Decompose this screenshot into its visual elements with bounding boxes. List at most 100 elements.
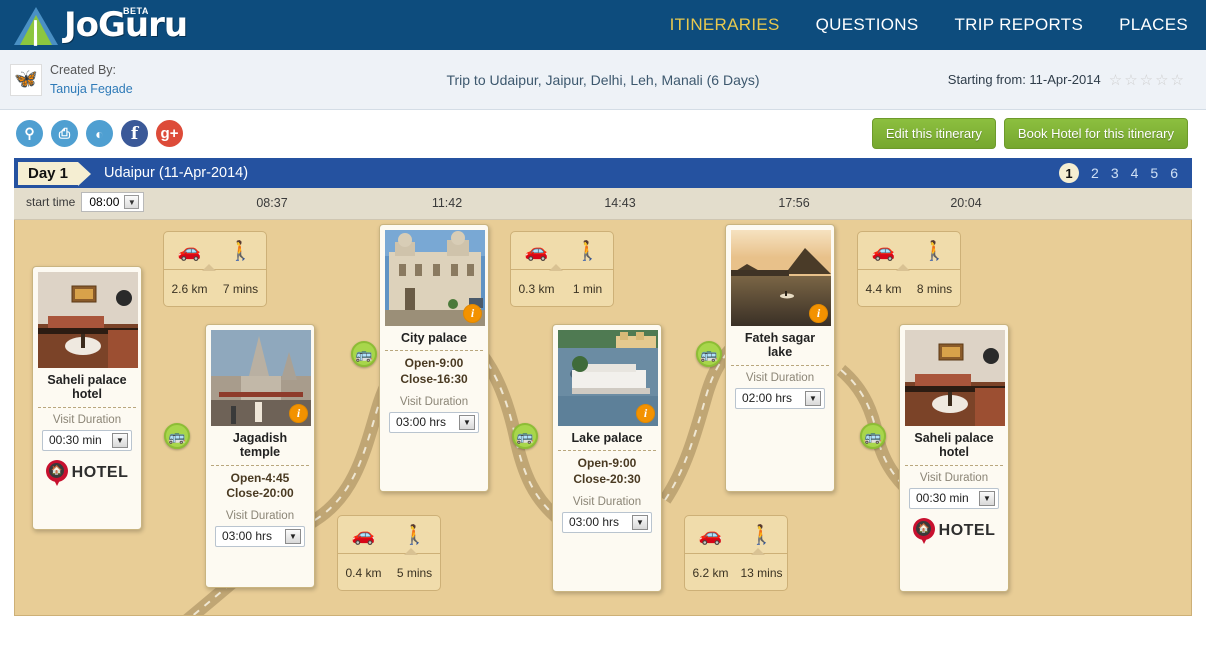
start-time-label: start time [26, 195, 76, 209]
place-card-city-palace[interactable]: i City palace Open-9:00 Close-16:30 Visi… [379, 224, 489, 492]
nav-item-questions[interactable]: QUESTIONS [798, 15, 937, 35]
opening-hours: Open-9:00 Close-16:30 [385, 351, 483, 389]
star-icon[interactable]: ☆ [1124, 71, 1137, 89]
chevron-down-icon[interactable]: ▼ [285, 528, 301, 544]
palace-photo: i [385, 230, 485, 326]
day-tab-4[interactable]: 4 [1131, 165, 1139, 181]
walking-icon[interactable]: 🚶 [909, 232, 960, 270]
visit-duration-select[interactable]: 00:30 min ▼ [42, 429, 132, 451]
start-time-select[interactable]: 08:00 ▼ [81, 192, 145, 212]
ruler-tick: 17:56 [778, 196, 810, 210]
action-bar: ⚲ ⎙ ◐ f g+ Edit this itinerary Book Hote… [0, 110, 1206, 158]
cloud-icon[interactable]: ◐ [86, 120, 113, 147]
chevron-down-icon[interactable]: ▼ [112, 432, 128, 448]
nav-item-trip-reports[interactable]: TRIP REPORTS [936, 15, 1101, 35]
info-badge-icon[interactable]: i [289, 404, 308, 423]
hotel-badge: 🏠 HOTEL [905, 509, 1003, 548]
visit-duration-label: Visit Duration [572, 495, 642, 508]
print-icon[interactable]: ⎙ [51, 120, 78, 147]
footer-spacer [0, 616, 1206, 626]
visit-duration-select[interactable]: 00:30 min ▼ [909, 487, 999, 509]
day-chip: Day 1 [18, 161, 92, 186]
transport-mode-icons: 🚗 🚶 [164, 232, 266, 271]
car-icon[interactable]: 🚗 [685, 516, 736, 554]
walking-icon[interactable]: 🚶 [562, 232, 613, 270]
ruler-tick: 20:04 [950, 196, 982, 210]
transport-card[interactable]: 🚗 🚶 0.4 km 5 mins [337, 515, 441, 591]
beta-tag: BETA [123, 6, 149, 16]
close-time: Close-20:30 [573, 471, 641, 486]
star-icon[interactable]: ☆ [1109, 71, 1122, 89]
visit-duration-select[interactable]: 03:00 hrs ▼ [562, 511, 652, 533]
visit-duration-select[interactable]: 02:00 hrs ▼ [735, 387, 825, 409]
info-badge-icon[interactable]: i [463, 304, 482, 323]
walking-icon[interactable]: 🚶 [215, 232, 266, 270]
transport-card[interactable]: 🚗 🚶 0.3 km 1 min [510, 231, 614, 307]
chevron-down-icon[interactable]: ▼ [459, 414, 475, 430]
visit-duration-label: Visit Duration [745, 371, 815, 384]
nav-item-itineraries[interactable]: ITINERARIES [652, 15, 798, 35]
opening-hours: Open-9:00 Close-20:30 [558, 451, 656, 489]
place-card-jagadish-temple[interactable]: i Jagadish temple Open-4:45 Close-20:00 … [205, 324, 315, 588]
rating-stars[interactable]: ☆ ☆ ☆ ☆ ☆ [1109, 71, 1184, 89]
transport-card[interactable]: 🚗 🚶 2.6 km 7 mins [163, 231, 267, 307]
chevron-down-icon[interactable]: ▼ [632, 514, 648, 530]
brand-logo[interactable]: JoGuru BETA [0, 5, 188, 46]
bus-icon[interactable]: 🚌 [351, 341, 377, 367]
transport-time: 5 mins [396, 565, 433, 580]
creator-block: 🦋 Created By: Tanuja Fegade [0, 61, 133, 97]
starting-from-block: Starting from: 11-Apr-2014 ☆ ☆ ☆ ☆ ☆ [948, 71, 1184, 89]
googleplus-icon[interactable]: g+ [156, 120, 183, 147]
visit-duration-value: 00:30 min [49, 433, 102, 448]
day-tab-2[interactable]: 2 [1091, 165, 1099, 181]
bus-icon[interactable]: 🚌 [860, 423, 886, 449]
star-icon[interactable]: ☆ [1155, 71, 1168, 89]
visit-duration-select[interactable]: 03:00 hrs ▼ [389, 411, 479, 433]
transport-time: 8 mins [916, 281, 953, 296]
car-icon[interactable]: 🚗 [338, 516, 389, 554]
road-triangle-logo-icon [14, 5, 58, 46]
edit-itinerary-button[interactable]: Edit this itinerary [871, 118, 996, 149]
starting-from-label: Starting from: 11-Apr-2014 [947, 72, 1101, 87]
place-name: Jagadish temple [211, 426, 309, 466]
start-time-control: start time 08:00 ▼ [26, 192, 145, 212]
day-location-label: Udaipur (11-Apr-2014) [104, 165, 249, 181]
star-icon[interactable]: ☆ [1140, 71, 1153, 89]
ruler-tick: 14:43 [604, 196, 636, 210]
chevron-down-icon[interactable]: ▼ [805, 390, 821, 406]
transport-mode-icons: 🚗 🚶 [858, 232, 960, 271]
place-card-hotel-end[interactable]: Saheli palace hotel Visit Duration 00:30… [899, 324, 1009, 592]
bus-icon[interactable]: 🚌 [696, 341, 722, 367]
chevron-down-icon[interactable]: ▼ [979, 490, 995, 506]
day-tab-1[interactable]: 1 [1059, 163, 1080, 183]
creator-name-link[interactable]: Tanuja Fegade [50, 80, 133, 98]
star-icon[interactable]: ☆ [1171, 71, 1184, 89]
day-tab-5[interactable]: 5 [1150, 165, 1158, 181]
bus-icon[interactable]: 🚌 [164, 423, 190, 449]
bus-icon[interactable]: 🚌 [512, 423, 538, 449]
place-card-lake-palace[interactable]: i Lake palace Open-9:00 Close-20:30 Visi… [552, 324, 662, 592]
place-card-hotel-start[interactable]: Saheli palace hotel Visit Duration 00:30… [32, 266, 142, 530]
transport-distance: 4.4 km [865, 281, 902, 296]
visit-duration-value: 03:00 hrs [569, 515, 620, 530]
transport-card[interactable]: 🚗 🚶 4.4 km 8 mins [857, 231, 961, 307]
hotel-room-photo [38, 272, 138, 368]
book-hotel-button[interactable]: Book Hotel for this itinerary [1003, 118, 1188, 149]
info-badge-icon[interactable]: i [809, 304, 828, 323]
day-tab-3[interactable]: 3 [1111, 165, 1119, 181]
transport-card[interactable]: 🚗 🚶 6.2 km 13 mins [684, 515, 788, 591]
place-card-fateh-sagar-lake[interactable]: i Fateh sagar lake Visit Duration 02:00 … [725, 224, 835, 492]
nav-item-places[interactable]: PLACES [1101, 15, 1206, 35]
map-icon[interactable]: ⚲ [16, 120, 43, 147]
facebook-icon[interactable]: f [121, 120, 148, 147]
transport-distance: 0.4 km [345, 565, 382, 580]
chevron-down-icon[interactable]: ▼ [124, 195, 140, 209]
close-time: Close-20:00 [226, 486, 294, 501]
visit-duration-select[interactable]: 03:00 hrs ▼ [215, 525, 305, 547]
day-tab-6[interactable]: 6 [1170, 165, 1178, 181]
ruler-tick: 08:37 [256, 196, 288, 210]
transport-time: 7 mins [222, 281, 259, 296]
info-badge-icon[interactable]: i [636, 404, 655, 423]
hotel-pin-icon: 🏠 [912, 517, 935, 544]
avatar: 🦋 [10, 63, 42, 96]
